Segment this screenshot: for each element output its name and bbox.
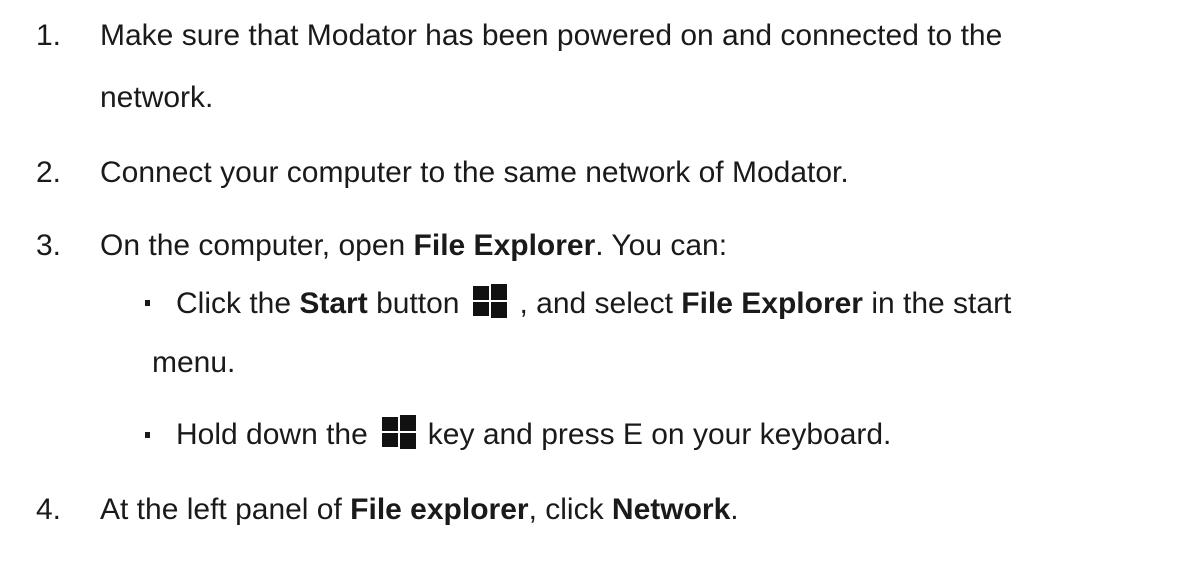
bullet-1-bold-file-explorer: File Explorer xyxy=(681,287,863,320)
windows-logo-icon xyxy=(381,415,416,449)
bullet-1-bold-start: Start xyxy=(299,287,368,320)
step-4-mid: , click xyxy=(528,493,612,526)
bullet-2-post: key and press E on your keyboard. xyxy=(427,418,892,451)
step-2-number: 2. xyxy=(36,156,62,189)
step-3-text: On the computer, open File Explorer. You… xyxy=(100,226,727,266)
instruction-document: 1. Make sure that Modator has been power… xyxy=(0,0,1201,575)
step-3-bold-file-explorer: File Explorer xyxy=(413,229,596,262)
windows-logo-icon xyxy=(473,284,508,318)
bullet-1-line2: menu. xyxy=(152,346,236,379)
bullet-marker-1 xyxy=(145,300,150,306)
step-4-text: At the left panel of File explorer, clic… xyxy=(100,490,739,530)
bullet-2-pre: Hold down the xyxy=(176,418,368,451)
step-3-text-after: . You can: xyxy=(595,229,728,262)
bullet-1-line1: Click the Start button , and select File … xyxy=(176,284,1011,324)
bullet-1-post: , and select xyxy=(519,287,682,320)
step-1-text-line2: network. xyxy=(100,81,214,114)
step-4-text-before: At the left panel of xyxy=(100,493,351,526)
step-4-bold-file-explorer: File explorer xyxy=(350,493,529,526)
bullet-1-end: in the start xyxy=(862,287,1012,320)
bullet-marker-2 xyxy=(145,432,150,438)
step-1-number: 1. xyxy=(36,19,62,52)
step-1-text-line1: Make sure that Modator has been powered … xyxy=(100,19,1003,52)
bullet-1-pre: Click the xyxy=(176,287,300,320)
step-2-text: Connect your computer to the same networ… xyxy=(100,156,849,189)
step-3-text-before: On the computer, open xyxy=(100,229,414,262)
step-3-number: 3. xyxy=(36,229,62,262)
bullet-2-line: Hold down the key and press E on your key… xyxy=(176,415,891,455)
step-4-bold-network: Network xyxy=(611,493,731,526)
step-4-number: 4. xyxy=(36,493,62,526)
bullet-1-mid: button xyxy=(367,287,460,320)
step-4-end: . xyxy=(730,493,739,526)
